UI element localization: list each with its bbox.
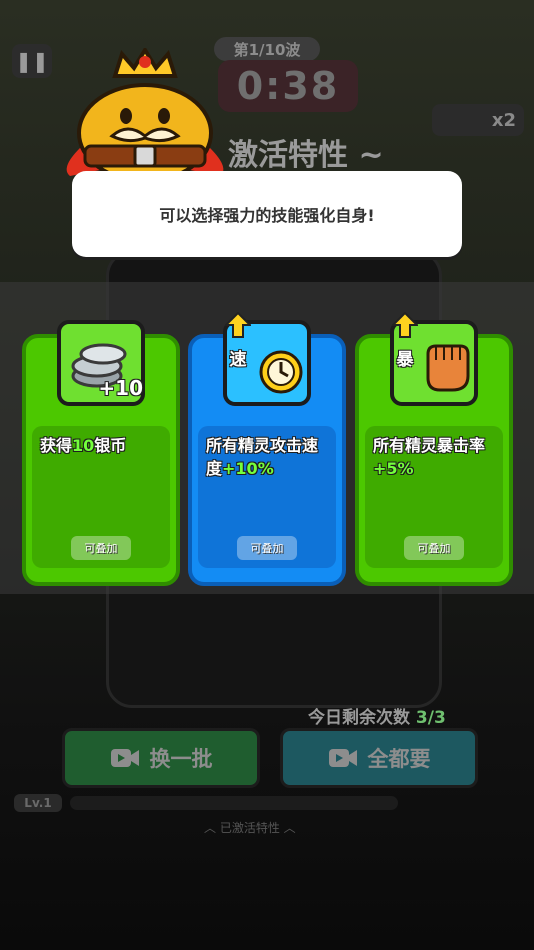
video-ad-icon [110,749,139,767]
chevron-icon: ︿ [204,821,220,835]
bubble-text: 可以选择强力的技能强化自身! [159,206,375,225]
speed-toggle-button[interactable]: x2 [432,104,524,136]
pause-button[interactable]: ❚❚ [12,44,52,78]
up-arrow-icon [392,312,418,338]
skill-card-crit-rate[interactable]: 暴 所有精灵暴击率 +5% 可叠加 [355,312,513,586]
unlocked-traits-toggle[interactable]: ︿ 已激活特性 ︿ [204,819,296,836]
skill-card-attack-speed[interactable]: 速 所有精灵攻击速度+10% 可叠加 [188,312,346,586]
card-description: 所有精灵攻击速度+10% [206,436,319,478]
wave-timer: 0:38 [218,60,358,112]
video-ad-icon [328,749,357,767]
reroll-button[interactable]: 换一批 [62,728,260,788]
level-badge: Lv.1 [14,794,62,812]
stackable-badge: 可叠加 [237,536,297,560]
king-mascot-icon [66,48,224,178]
take-all-button[interactable]: 全都要 [280,728,478,788]
skill-card-silver[interactable]: +10 获得10银币 可叠加 [22,320,180,586]
banner-title: 激活特性 ~ [228,138,384,173]
up-arrow-icon [225,312,251,338]
card-description: 获得10银币 [40,436,127,455]
pause-icon: ❚❚ [15,49,49,73]
crit-tag: 暴 [396,349,414,370]
stackable-badge: 可叠加 [71,536,131,560]
coin-amount-label: +10 [98,376,143,400]
speed-tag: 速 [229,349,247,370]
tutorial-speech-bubble: 可以选择强力的技能强化自身! [72,171,462,257]
stackable-badge: 可叠加 [404,536,464,560]
xp-bar [70,796,398,810]
card-description: 所有精灵暴击率 +5% [373,436,486,478]
speed-label: x2 [491,109,516,131]
reroll-label: 换一批 [149,747,213,771]
card-icon-frame: 暴 [390,312,478,406]
card-icon-frame: +10 [57,320,145,406]
card-icon-frame: 速 [223,312,311,406]
take-all-label: 全都要 [367,747,431,771]
remaining-count: 今日剩余次数 3/3 [308,708,446,728]
